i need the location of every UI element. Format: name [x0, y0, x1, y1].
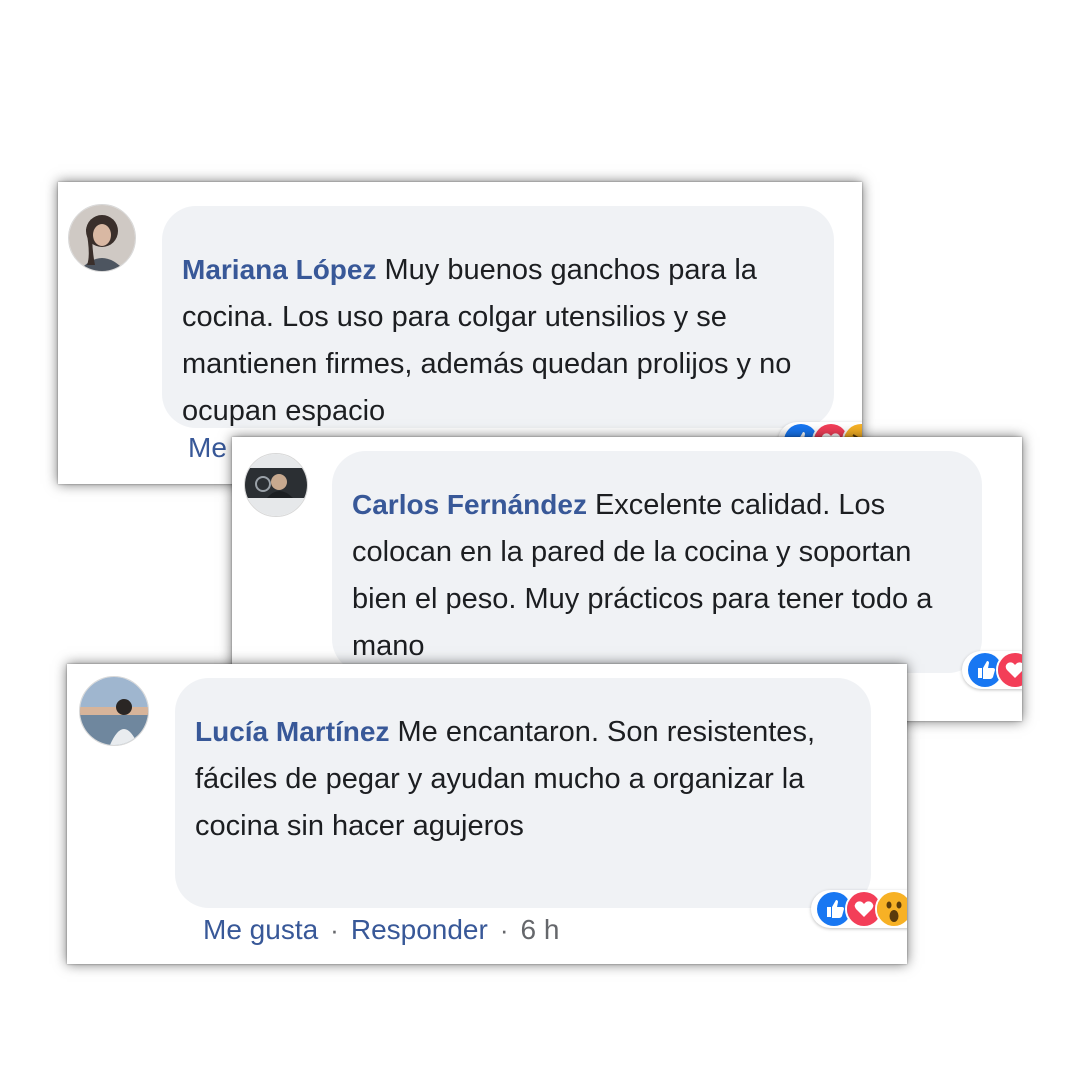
comment-text: Lucía Martínez Me encantaron. Son resiste…: [195, 708, 855, 850]
wow-icon: [875, 890, 907, 928]
timestamp[interactable]: 6 h: [521, 914, 560, 946]
comment-author[interactable]: Carlos Fernández: [352, 489, 587, 520]
separator: ·: [330, 914, 339, 945]
avatar[interactable]: [68, 204, 136, 272]
love-icon: [996, 651, 1022, 689]
avatar[interactable]: [244, 453, 308, 517]
comment-bubble: Carlos Fernández Excelente calidad. Los c…: [332, 451, 1022, 689]
comment-card-3: Lucía Martínez Me encantaron. Son resiste…: [67, 664, 907, 964]
like-link[interactable]: Me: [188, 432, 227, 464]
comment-actions: Me: [188, 432, 227, 464]
comment-text: Mariana López Muy buenos ganchos para la …: [182, 246, 822, 435]
comment-author[interactable]: Lucía Martínez: [195, 716, 389, 747]
like-link[interactable]: Me gusta: [203, 914, 318, 946]
comment-bubble: Mariana López Muy buenos ganchos para la …: [162, 206, 862, 460]
reactions-summary[interactable]: 17: [962, 651, 1022, 689]
comment-text: Carlos Fernández Excelente calidad. Los c…: [352, 481, 972, 670]
comment-actions: Me gusta · Responder · 6 h: [203, 914, 559, 946]
comment-bubble: Lucía Martínez Me encantaron. Son resiste…: [175, 678, 907, 928]
avatar[interactable]: [79, 676, 149, 746]
separator: ·: [499, 914, 509, 945]
reactions-summary[interactable]: 22: [811, 890, 907, 928]
reply-link[interactable]: Responder: [351, 914, 488, 946]
comment-author[interactable]: Mariana López: [182, 254, 376, 285]
